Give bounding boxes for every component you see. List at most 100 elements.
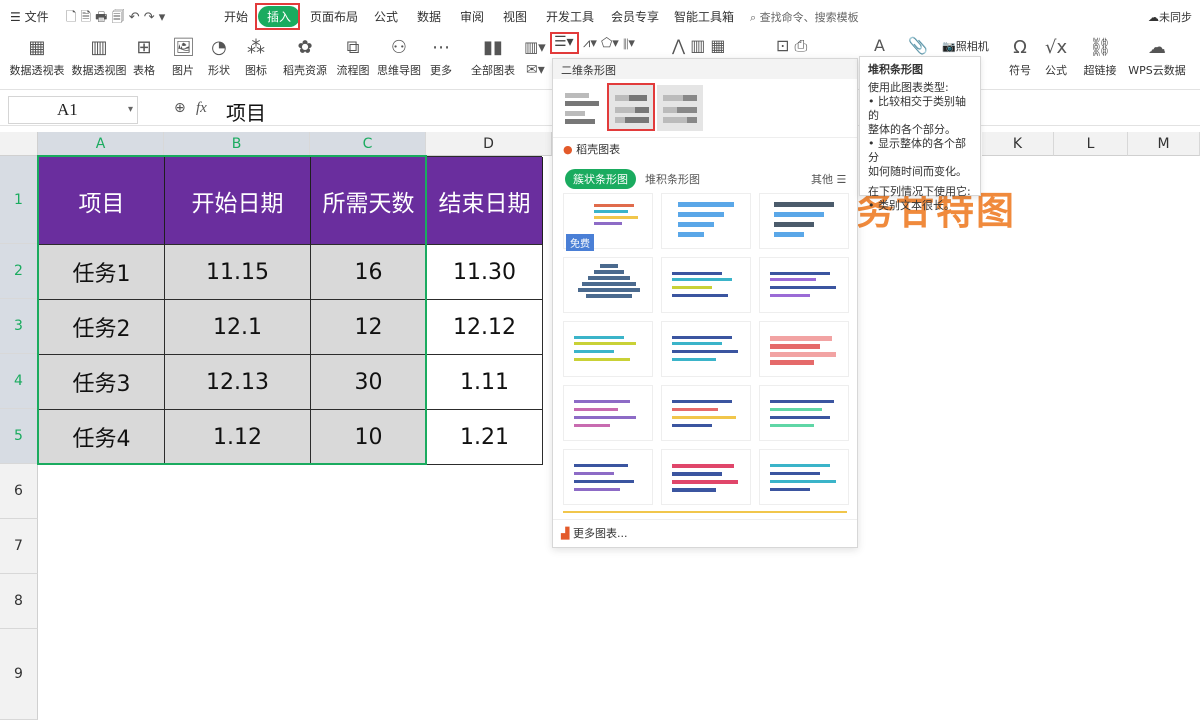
tab-developer[interactable]: 开发工具 [546, 8, 594, 25]
equation-button[interactable]: √x 公式 [1040, 34, 1072, 90]
all-charts-button[interactable]: ▮▮ 全部图表 [468, 34, 518, 90]
table-cell[interactable]: 任务3 [39, 355, 165, 410]
sparkline-icons[interactable]: ⋀ ▥ ▦ [672, 36, 726, 55]
name-box-dropdown-icon[interactable]: ▾ [128, 104, 133, 115]
header-cell-project[interactable]: 项目 [39, 157, 165, 245]
hyperlink-button[interactable]: ⛓ 超链接 [1082, 34, 1118, 90]
chart-template-1[interactable]: 免费 [563, 193, 653, 251]
chart-template-5[interactable] [661, 257, 751, 313]
textbox-icons[interactable]: ⊡ ⎙ [776, 36, 807, 56]
pivot-table-button[interactable]: ▦ 数据透视表 [8, 34, 66, 90]
tab-home[interactable]: 开始 [224, 8, 248, 25]
table-cell[interactable]: 12.13 [165, 355, 311, 410]
symbol-button[interactable]: Ω 符号 [1004, 34, 1036, 90]
formula-input[interactable]: 项目 [226, 97, 266, 126]
column-header-l[interactable]: L [1054, 132, 1128, 156]
column-header-a[interactable]: A [38, 132, 164, 156]
table-button[interactable]: ⊞ 表格 [130, 34, 158, 90]
table-cell[interactable]: 任务4 [39, 410, 165, 465]
tab-data[interactable]: 数据 [417, 8, 441, 25]
column-header-m[interactable]: M [1128, 132, 1200, 156]
chart-template-7[interactable] [563, 321, 653, 377]
other-filter[interactable]: 其他 ☰ [811, 171, 846, 187]
tab-review[interactable]: 审阅 [460, 8, 484, 25]
pivot-chart-button[interactable]: ▥ 数据透视图 [70, 34, 128, 90]
line-chart-icon[interactable]: ⩘▾ ⬠▾ ⫴▾ [583, 36, 635, 51]
chart-template-13[interactable] [563, 449, 653, 505]
quick-access-icons[interactable]: 🗋 🗎 🖶 🗐 ↶ ↷ ▾ [66, 8, 165, 30]
table-cell[interactable]: 30 [311, 355, 427, 410]
row-header-4[interactable]: 4 [0, 354, 38, 409]
table-cell[interactable]: 1.12 [165, 410, 311, 465]
file-menu[interactable]: ☰ 文件 [10, 8, 49, 25]
table-cell[interactable]: 12.12 [427, 300, 543, 355]
tab-clustered-bar[interactable]: 簇状条形图 [565, 169, 636, 189]
table-cell[interactable]: 11.30 [427, 245, 543, 300]
header-cell-end-date[interactable]: 结束日期 [427, 157, 543, 245]
chart-template-10[interactable] [563, 385, 653, 441]
row-header-6[interactable]: 6 [0, 464, 38, 519]
picture-button[interactable]: 🖼 图片 [166, 34, 200, 90]
tab-view[interactable]: 视图 [503, 8, 527, 25]
row-header-8[interactable]: 8 [0, 574, 38, 629]
wordart-icon[interactable]: A [874, 36, 885, 55]
chart-template-6[interactable] [759, 257, 849, 313]
header-cell-days[interactable]: 所需天数 [311, 157, 427, 245]
percent-stacked-bar-option[interactable] [657, 85, 703, 131]
chart-template-4[interactable] [563, 257, 653, 313]
fx-icon[interactable]: fx [196, 100, 207, 117]
row-header-1[interactable]: 1 [0, 156, 38, 244]
camera-button[interactable]: 📷照相机 [942, 38, 989, 54]
tab-member[interactable]: 会员专享 [611, 8, 659, 25]
row-header-5[interactable]: 5 [0, 409, 38, 464]
icon-library-button[interactable]: ⁂ 图标 [240, 34, 272, 90]
zoom-icon[interactable]: ⊕ [174, 100, 186, 116]
tab-formula[interactable]: 公式 [374, 8, 398, 25]
row-header-7[interactable]: 7 [0, 519, 38, 574]
table-cell[interactable]: 12.1 [165, 300, 311, 355]
table-cell[interactable]: 1.11 [427, 355, 543, 410]
table-cell[interactable]: 16 [311, 245, 427, 300]
clustered-bar-option[interactable] [561, 85, 605, 129]
column-header-b[interactable]: B [164, 132, 310, 156]
tab-smart-tools[interactable]: 智能工具箱 [674, 8, 734, 25]
docer-resource-button[interactable]: ✿ 稻壳资源 [282, 34, 328, 90]
table-cell[interactable]: 12 [311, 300, 427, 355]
table-cell[interactable]: 10 [311, 410, 427, 465]
tab-page-layout[interactable]: 页面布局 [310, 8, 358, 25]
select-all-corner[interactable] [0, 132, 38, 156]
chart-template-9[interactable] [759, 321, 849, 377]
bar-chart-icon[interactable]: ☰▾ [554, 34, 574, 50]
flowchart-button[interactable]: ⧉ 流程图 [336, 34, 370, 90]
chart-template-8[interactable] [661, 321, 751, 377]
table-cell[interactable]: 任务1 [39, 245, 165, 300]
wps-cloud-button[interactable]: ☁ WPS云数据 [1126, 34, 1188, 90]
table-cell[interactable]: 1.21 [427, 410, 543, 465]
envelope-icon[interactable]: ✉▾ [526, 62, 545, 78]
search-box[interactable]: ⌕ 查找命令、搜索模板 [750, 9, 859, 25]
mindmap-button[interactable]: ⚇ 思维导图 [376, 34, 422, 90]
more-charts-link[interactable]: ▟ 更多图表... [561, 525, 627, 541]
column-header-k[interactable]: K [982, 132, 1054, 156]
column-chart-icon[interactable]: ▥▾ [524, 38, 546, 56]
shape-button[interactable]: ◔ 形状 [202, 34, 236, 90]
column-header-c[interactable]: C [310, 132, 426, 156]
chart-template-15[interactable] [759, 449, 849, 505]
row-header-9[interactable]: 9 [0, 629, 38, 720]
name-box[interactable]: A1 [8, 96, 138, 124]
chart-template-3[interactable] [759, 193, 849, 249]
sync-status[interactable]: ☁未同步 [1148, 9, 1192, 25]
table-cell[interactable]: 任务2 [39, 300, 165, 355]
table-cell[interactable]: 11.15 [165, 245, 311, 300]
chart-template-2[interactable] [661, 193, 751, 249]
attachment-icon[interactable]: 📎 [908, 36, 928, 55]
row-header-2[interactable]: 2 [0, 244, 38, 299]
tab-stacked-bar[interactable]: 堆积条形图 [645, 171, 700, 187]
chart-template-12[interactable] [759, 385, 849, 441]
chart-template-14[interactable] [661, 449, 751, 505]
row-header-3[interactable]: 3 [0, 299, 38, 354]
chart-template-11[interactable] [661, 385, 751, 441]
more-button[interactable]: ⋯ 更多 [426, 34, 456, 90]
header-cell-start-date[interactable]: 开始日期 [165, 157, 311, 245]
column-header-d[interactable]: D [426, 132, 552, 156]
